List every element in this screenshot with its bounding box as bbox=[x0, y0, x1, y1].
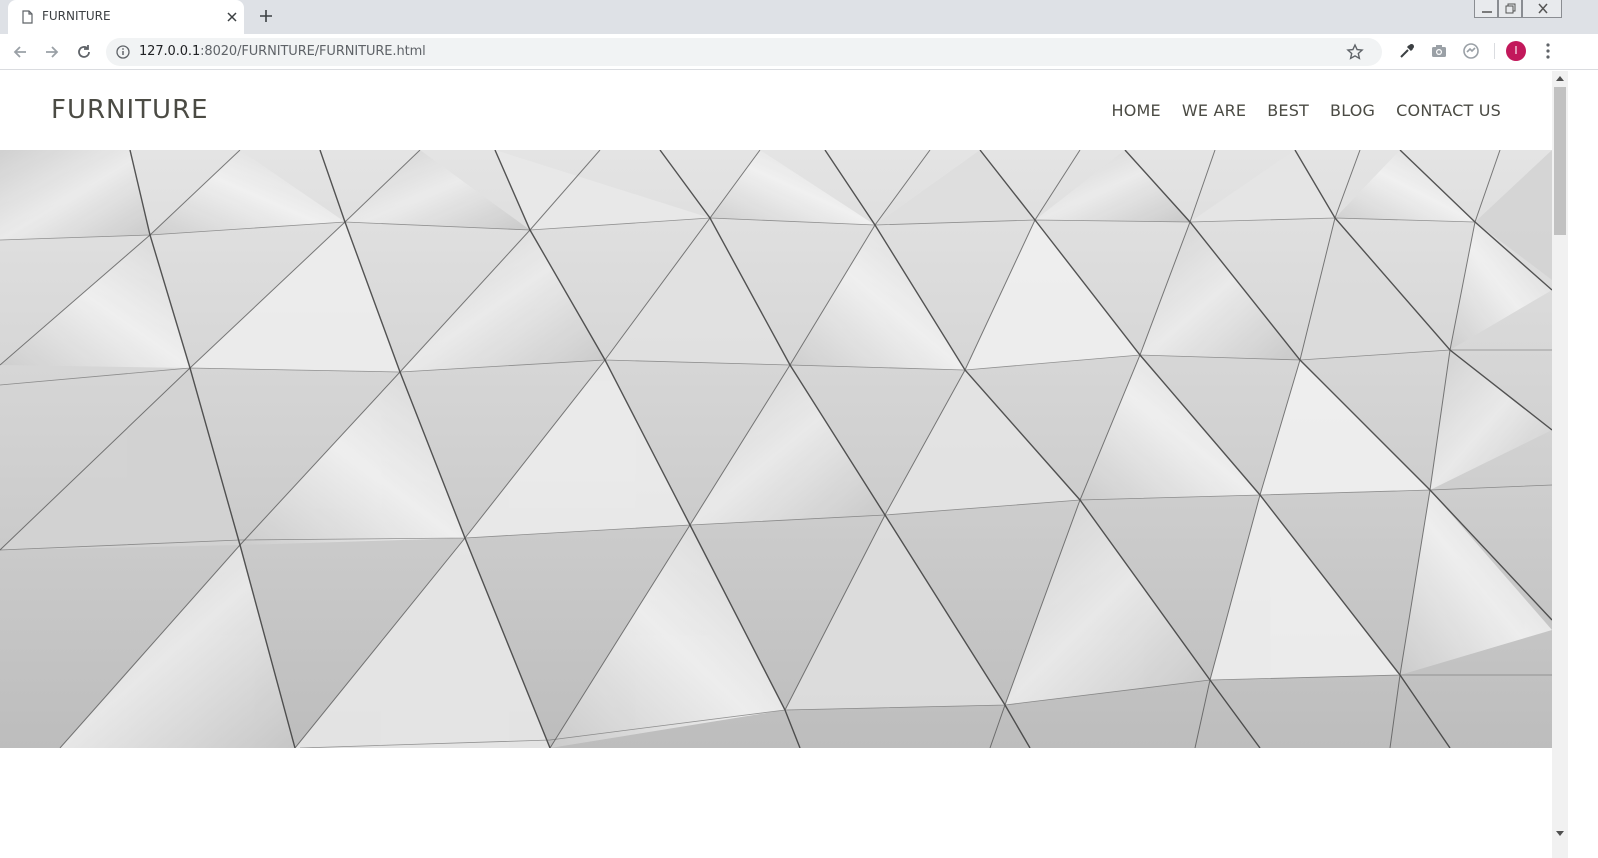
url-host: 127.0.0.1 bbox=[139, 44, 201, 59]
minimize-button[interactable] bbox=[1474, 0, 1498, 18]
nav-contact-us[interactable]: CONTACT US bbox=[1396, 101, 1501, 120]
avatar[interactable]: I bbox=[1506, 41, 1526, 61]
toolbar-separator bbox=[1494, 43, 1495, 59]
extension-icon[interactable] bbox=[1462, 42, 1480, 60]
restore-icon bbox=[1505, 3, 1516, 14]
minimize-icon bbox=[1482, 11, 1492, 13]
nav-blog[interactable]: BLOG bbox=[1330, 101, 1375, 120]
nav-home[interactable]: HOME bbox=[1111, 101, 1160, 120]
reload-icon[interactable] bbox=[74, 42, 94, 62]
close-window-icon bbox=[1538, 3, 1548, 14]
kebab-menu-icon[interactable] bbox=[1540, 42, 1556, 60]
browser-toolbar: 127.0.0.1:8020/FURNITURE/FURNITURE.html bbox=[0, 34, 1598, 70]
camera-icon[interactable] bbox=[1430, 42, 1448, 60]
url-text[interactable]: 127.0.0.1:8020/FURNITURE/FURNITURE.html bbox=[139, 44, 426, 59]
scroll-down-arrow-icon[interactable] bbox=[1556, 831, 1564, 837]
browser-tab[interactable]: FURNITURE bbox=[8, 0, 244, 34]
restore-button[interactable] bbox=[1498, 0, 1522, 18]
page-scrollbar[interactable] bbox=[1552, 71, 1568, 858]
url-path: :8020/FURNITURE/FURNITURE.html bbox=[200, 44, 426, 59]
close-icon[interactable] bbox=[224, 9, 240, 25]
main-nav: HOME WE ARE BEST BLOG CONTACT US bbox=[1111, 101, 1501, 120]
nav-we-are[interactable]: WE ARE bbox=[1182, 101, 1246, 120]
tab-strip: FURNITURE bbox=[0, 0, 1598, 34]
nav-best[interactable]: BEST bbox=[1267, 101, 1309, 120]
plus-icon[interactable] bbox=[258, 8, 274, 24]
window-edge bbox=[1568, 71, 1598, 858]
site-logo[interactable]: FURNITURE bbox=[51, 95, 209, 125]
page-viewport: FURNITURE HOME WE ARE BEST BLOG CONTACT … bbox=[0, 71, 1552, 858]
forward-arrow-icon[interactable] bbox=[42, 42, 62, 62]
back-arrow-icon[interactable] bbox=[10, 42, 30, 62]
scroll-up-arrow-icon[interactable] bbox=[1556, 75, 1564, 81]
geometric-panels-image bbox=[0, 150, 1552, 748]
site-header: FURNITURE HOME WE ARE BEST BLOG CONTACT … bbox=[0, 71, 1552, 150]
scroll-thumb[interactable] bbox=[1554, 87, 1566, 235]
star-icon[interactable] bbox=[1346, 43, 1364, 61]
hero-image bbox=[0, 150, 1552, 748]
info-icon[interactable] bbox=[116, 45, 130, 59]
close-window-button[interactable] bbox=[1522, 0, 1562, 18]
tab-title: FURNITURE bbox=[42, 9, 111, 23]
address-bar[interactable]: 127.0.0.1:8020/FURNITURE/FURNITURE.html bbox=[106, 38, 1382, 66]
document-icon bbox=[22, 10, 33, 24]
eyedropper-icon[interactable] bbox=[1398, 42, 1416, 60]
